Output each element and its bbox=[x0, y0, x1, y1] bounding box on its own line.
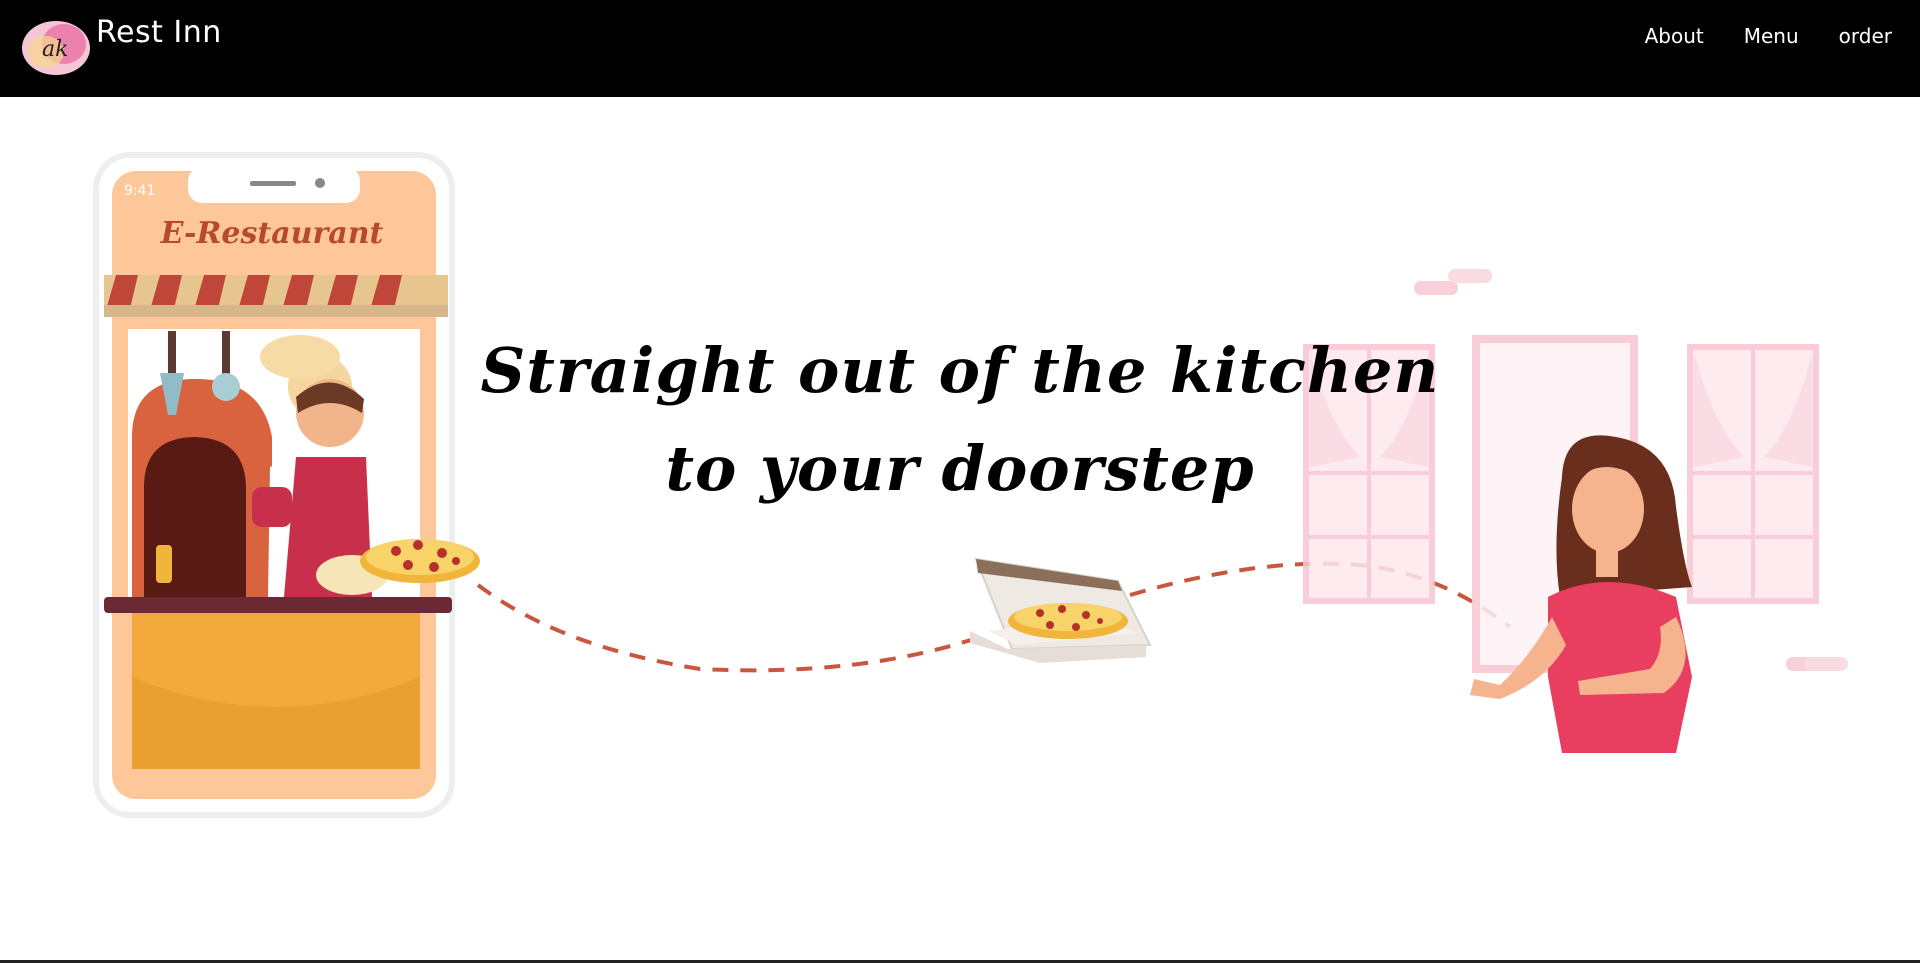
hero-illustration: 9:41 E-Restaurant bbox=[93, 152, 1848, 818]
logo-text: ak bbox=[42, 37, 68, 62]
delivery-path bbox=[476, 583, 981, 673]
brand-logo: ak bbox=[22, 21, 90, 75]
brand-name: Rest Inn bbox=[96, 15, 222, 50]
nav-link-order[interactable]: order bbox=[1839, 24, 1892, 48]
nav-link-about[interactable]: About bbox=[1645, 24, 1704, 48]
brand[interactable]: ak Rest Inn bbox=[0, 0, 222, 78]
main-nav: About Menu order bbox=[1605, 0, 1920, 48]
nav-link-menu[interactable]: Menu bbox=[1744, 24, 1799, 48]
hero-headline: Straight out of the kitchen to your door… bbox=[480, 334, 1440, 505]
pizza-box-illustration bbox=[970, 557, 1152, 663]
phone-time: 9:41 bbox=[124, 183, 155, 199]
hero-section: 9:41 E-Restaurant Straight out of the ki… bbox=[0, 97, 1920, 960]
phone-illustration: 9:41 E-Restaurant bbox=[93, 152, 480, 818]
phone-title: E-Restaurant bbox=[160, 216, 384, 251]
top-navbar: ak Rest Inn About Menu order bbox=[0, 0, 1920, 97]
